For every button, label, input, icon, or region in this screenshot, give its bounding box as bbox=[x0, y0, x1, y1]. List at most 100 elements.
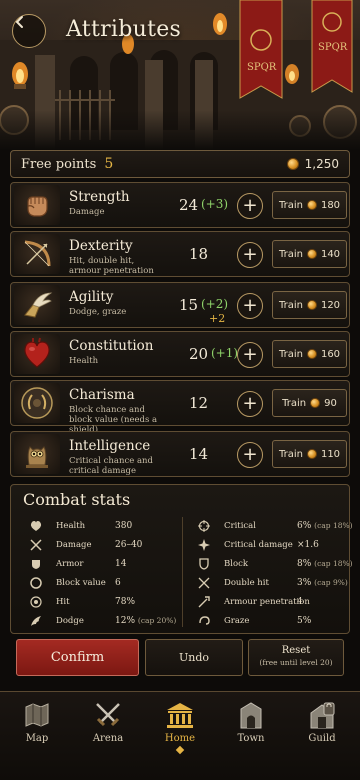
active-indicator bbox=[175, 745, 185, 755]
attribute-value: 18 bbox=[189, 245, 209, 263]
train-agility-button[interactable]: Train 120 bbox=[272, 291, 347, 319]
attribute-value: 12 bbox=[189, 394, 209, 412]
nav-guild[interactable]: Guild bbox=[292, 700, 352, 760]
reset-note: (free until level 20) bbox=[259, 658, 333, 667]
train-constitution-button[interactable]: Train 160 bbox=[272, 340, 347, 368]
train-label: Train bbox=[278, 448, 303, 460]
free-points-bar: Free points 5 1,250 bbox=[10, 150, 350, 178]
attribute-desc: Hit, double hit, armour penetration bbox=[69, 256, 154, 276]
attribute-bonus: (+1) bbox=[211, 346, 239, 360]
stat-hit: Hit 78% bbox=[29, 595, 179, 611]
attribute-row-dexterity: Dexterity Hit, double hit, armour penetr… bbox=[10, 231, 350, 277]
increase-constitution-button[interactable]: + bbox=[237, 342, 263, 368]
attribute-row-charisma: Charisma Block chance and block value (n… bbox=[10, 380, 350, 435]
train-dexterity-button[interactable]: Train 140 bbox=[272, 240, 347, 268]
attribute-desc: Critical chance and critical damage bbox=[69, 456, 153, 476]
train-intelligence-button[interactable]: Train 110 bbox=[272, 440, 347, 468]
double-swords-icon bbox=[197, 576, 211, 590]
laurel-shield-icon bbox=[14, 383, 60, 423]
gold-coin-icon bbox=[310, 398, 321, 408]
gold-coin-icon bbox=[306, 449, 317, 459]
stat-damage: Damage 26–40 bbox=[29, 538, 179, 554]
nav-home[interactable]: Home bbox=[150, 700, 210, 760]
gold-balance: 1,250 bbox=[286, 157, 339, 171]
stat-block-value: Block value 6 bbox=[29, 576, 179, 592]
increase-strength-button[interactable]: + bbox=[237, 193, 263, 219]
train-cost: 180 bbox=[320, 199, 341, 211]
target-icon bbox=[29, 595, 43, 609]
increase-intelligence-button[interactable]: + bbox=[237, 442, 263, 468]
train-charisma-button[interactable]: Train 90 bbox=[272, 389, 347, 417]
attribute-value: 15 bbox=[179, 296, 199, 314]
stat-health: Health 380 bbox=[29, 519, 179, 535]
stat-double-hit: Double hit 3% (cap 9%) bbox=[197, 576, 348, 592]
stat-block: Block 8% (cap 18%) bbox=[197, 557, 353, 573]
banner-left-text: SPQR bbox=[247, 62, 277, 73]
attribute-name: Strength bbox=[69, 189, 130, 205]
nav-town[interactable]: Town bbox=[221, 700, 281, 760]
winged-boot-icon bbox=[14, 285, 60, 325]
arena-header: SPQR SPQR Attributes bbox=[0, 0, 360, 150]
train-label: Train bbox=[278, 299, 303, 311]
gold-coin-icon bbox=[306, 200, 317, 210]
bottom-nav: Map Arena Home Town Guild bbox=[0, 691, 360, 780]
attribute-row-intelligence: Intelligence Critical chance and critica… bbox=[10, 431, 350, 477]
attribute-desc: Health bbox=[69, 356, 99, 366]
attribute-name: Intelligence bbox=[69, 438, 151, 454]
back-button[interactable] bbox=[12, 14, 46, 48]
reset-button[interactable]: Reset (free until level 20) bbox=[248, 639, 344, 676]
train-cost: 160 bbox=[320, 348, 341, 360]
guild-hall-icon bbox=[292, 700, 352, 730]
train-label: Train bbox=[278, 248, 303, 260]
reset-label: Reset bbox=[281, 645, 311, 656]
attribute-row-constitution: Constitution Health 20 (+1) + Train 160 bbox=[10, 331, 350, 377]
train-label: Train bbox=[282, 397, 307, 409]
crosshair-icon bbox=[197, 519, 211, 533]
pierce-icon bbox=[197, 595, 211, 609]
crossed-swords-icon bbox=[78, 700, 138, 730]
attribute-bonus: (+2) bbox=[201, 297, 229, 311]
attribute-row-agility: Agility Dodge, graze 15 (+2) +2 + Train … bbox=[10, 282, 350, 328]
nav-map[interactable]: Map bbox=[7, 700, 67, 760]
attribute-name: Constitution bbox=[69, 338, 154, 354]
confirm-button[interactable]: Confirm bbox=[16, 639, 139, 676]
map-icon bbox=[7, 700, 67, 730]
increase-charisma-button[interactable]: + bbox=[237, 391, 263, 417]
free-points-value: 5 bbox=[104, 156, 114, 172]
attribute-name: Charisma bbox=[69, 387, 135, 403]
swirl-icon bbox=[197, 614, 211, 628]
attribute-row-strength: Strength Damage 24 (+3) + Train 180 bbox=[10, 182, 350, 228]
attribute-name: Dexterity bbox=[69, 238, 133, 254]
stat-dodge: Dodge 12% (cap 20%) bbox=[29, 614, 179, 630]
increase-agility-button[interactable]: + bbox=[237, 293, 263, 319]
attribute-bonus: (+3) bbox=[201, 197, 229, 211]
shield-icon bbox=[29, 576, 43, 590]
heart-icon bbox=[29, 519, 43, 533]
train-label: Train bbox=[278, 199, 303, 211]
nav-arena[interactable]: Arena bbox=[78, 700, 138, 760]
attribute-value: 20 bbox=[189, 345, 209, 363]
gold-coin-icon bbox=[306, 300, 317, 310]
wing-icon bbox=[29, 614, 43, 628]
attribute-value: 24 bbox=[179, 196, 199, 214]
pending-bonus: +2 bbox=[209, 312, 226, 325]
undo-button[interactable]: Undo bbox=[145, 639, 243, 676]
stat-graze: Graze 5% bbox=[197, 614, 347, 630]
increase-dexterity-button[interactable]: + bbox=[237, 242, 263, 268]
train-cost: 120 bbox=[320, 299, 341, 311]
stat-critical-damage: Critical damage ×1.6 bbox=[197, 538, 347, 554]
burst-icon bbox=[197, 538, 211, 552]
chevron-left-icon bbox=[15, 16, 23, 28]
gold-coin-icon bbox=[306, 349, 317, 359]
train-cost: 140 bbox=[320, 248, 341, 260]
gold-coin-icon bbox=[286, 158, 299, 170]
banner-right-text: SPQR bbox=[318, 42, 348, 53]
combat-stats-panel: Combat stats Health 380 Damage 26–40 Arm… bbox=[10, 484, 353, 634]
crossed-swords-icon bbox=[29, 538, 43, 552]
shield-icon bbox=[197, 557, 211, 571]
train-label: Train bbox=[278, 348, 303, 360]
attribute-value: 14 bbox=[189, 445, 209, 463]
temple-icon bbox=[150, 700, 210, 730]
train-strength-button[interactable]: Train 180 bbox=[272, 191, 347, 219]
train-cost: 90 bbox=[324, 397, 337, 409]
